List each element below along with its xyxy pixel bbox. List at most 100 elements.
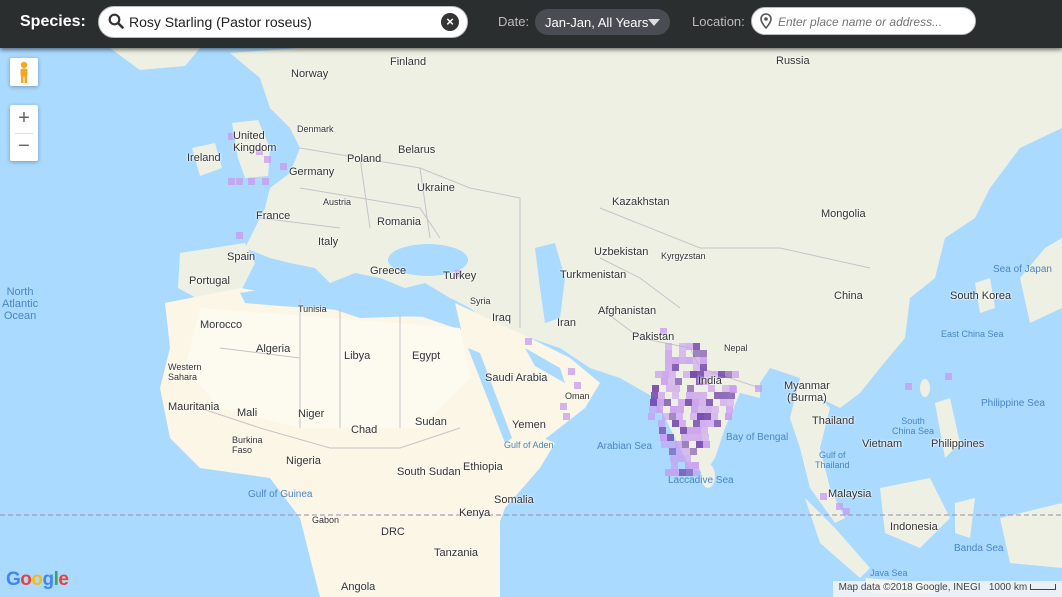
map-label: Kazakhstan xyxy=(612,196,670,208)
map-label: Syria xyxy=(470,296,491,306)
heatmap-cell xyxy=(680,427,687,434)
heatmap-cell xyxy=(649,406,656,413)
map-label: Gabon xyxy=(312,515,340,525)
map-label: Morocco xyxy=(200,319,243,331)
heatmap-cell xyxy=(687,427,694,434)
heatmap-cell xyxy=(685,462,692,469)
location-input[interactable] xyxy=(776,12,970,32)
pegman-icon xyxy=(20,61,28,83)
location-field[interactable] xyxy=(751,7,976,35)
map-label: Libya xyxy=(344,350,371,362)
heatmap-cell xyxy=(568,368,575,375)
heatmap-cell xyxy=(688,434,695,441)
map-label: Kenya xyxy=(459,507,491,519)
heatmap-cell xyxy=(679,350,686,357)
scale-bar-label[interactable]: 1000 km xyxy=(989,582,1027,593)
heatmap-cell xyxy=(236,178,243,185)
species-search-input[interactable]: Rosy Starling (Pastor roseus) × xyxy=(98,6,468,38)
map-label: Vietnam xyxy=(862,438,903,450)
map-label: Philippine Sea xyxy=(981,398,1045,409)
species-label: Species: xyxy=(20,13,86,30)
map-label: Spain xyxy=(227,251,256,263)
heatmap-cell xyxy=(672,364,679,371)
heatmap-cell xyxy=(672,420,679,427)
heatmap-cell xyxy=(669,413,676,420)
heatmap-cell xyxy=(693,420,700,427)
street-view-pegman-button[interactable] xyxy=(10,58,38,86)
heatmap-cell xyxy=(681,434,688,441)
map-label: Egypt xyxy=(412,350,441,362)
heatmap-cell xyxy=(676,448,683,455)
map-label: Iran xyxy=(557,317,576,329)
map-label: Romania xyxy=(377,216,422,228)
heatmap-cell xyxy=(693,392,700,399)
heatmap-cell xyxy=(665,350,672,357)
map-label: France xyxy=(256,210,291,222)
heatmap-cell xyxy=(678,399,685,406)
map-label: Malaysia xyxy=(828,488,872,500)
map-label: Banda Sea xyxy=(954,543,1004,554)
sightings-heatmap xyxy=(228,133,952,515)
heatmap-cell xyxy=(563,413,570,420)
date-range-dropdown[interactable]: Jan-Jan, All Years xyxy=(535,9,670,35)
heatmap-cell xyxy=(728,392,735,399)
heatmap-cell xyxy=(668,441,675,448)
heatmap-cell xyxy=(945,373,952,380)
heatmap-cell xyxy=(280,163,287,170)
map-label: Germany xyxy=(289,166,335,178)
heatmap-cell xyxy=(690,448,697,455)
heatmap-cell xyxy=(683,371,690,378)
zoom-in-button[interactable]: + xyxy=(10,105,38,133)
map-canvas[interactable]: North Atlantic Ocean Finland Norway Russ… xyxy=(0,48,1062,597)
map-label: Norway xyxy=(291,68,329,80)
heatmap-cell xyxy=(686,392,693,399)
heatmap-cell xyxy=(691,406,698,413)
heatmap-cell xyxy=(679,357,686,364)
heatmap-cell xyxy=(262,178,269,185)
map-label: Algeria xyxy=(256,343,291,355)
map-label: Mali xyxy=(237,407,258,419)
heatmap-cell xyxy=(665,343,672,350)
map-label: Afghanistan xyxy=(598,305,657,317)
map-label: Finland xyxy=(390,56,427,68)
heatmap-cell xyxy=(236,232,243,239)
heatmap-cell xyxy=(685,399,692,406)
heatmap-cell xyxy=(673,385,680,392)
map-label: Sea of Japan xyxy=(993,264,1052,275)
map-label: Yemen xyxy=(512,419,546,431)
zoom-out-button[interactable]: − xyxy=(10,133,38,161)
heatmap-cell xyxy=(703,441,710,448)
clear-icon[interactable]: × xyxy=(441,13,459,31)
heatmap-cell xyxy=(905,383,912,390)
heatmap-cell xyxy=(692,462,699,469)
map-label: Niger xyxy=(298,408,325,420)
heatmap-cell xyxy=(693,343,700,350)
heatmap-cell xyxy=(702,434,709,441)
heatmap-cell xyxy=(687,385,694,392)
heatmap-cell xyxy=(677,406,684,413)
heatmap-cell xyxy=(661,378,668,385)
heatmap-cell xyxy=(730,386,737,393)
heatmap-cell xyxy=(264,156,271,163)
heatmap-cell xyxy=(700,392,707,399)
map-label: Chad xyxy=(351,424,378,436)
heatmap-cell xyxy=(665,357,672,364)
map-label: Ukraine xyxy=(417,182,455,194)
heatmap-cell xyxy=(650,399,657,406)
map-pin-icon xyxy=(760,13,772,34)
map-label: Pakistan xyxy=(632,331,675,343)
heatmap-cell xyxy=(701,427,708,434)
heatmap-cell xyxy=(725,371,732,378)
heatmap-cell xyxy=(679,420,686,427)
map-label: Angola xyxy=(341,581,376,593)
heatmap-cell xyxy=(699,399,706,406)
heatmap-cell xyxy=(672,392,679,399)
heatmap-cell xyxy=(651,392,658,399)
google-logo: Google xyxy=(6,569,69,590)
map-label: South Korea xyxy=(950,290,1012,302)
heatmap-cell xyxy=(655,371,662,378)
heatmap-cell xyxy=(712,406,719,413)
heatmap-cell xyxy=(706,399,713,406)
heatmap-cell xyxy=(658,420,665,427)
heatmap-cell xyxy=(700,357,707,364)
